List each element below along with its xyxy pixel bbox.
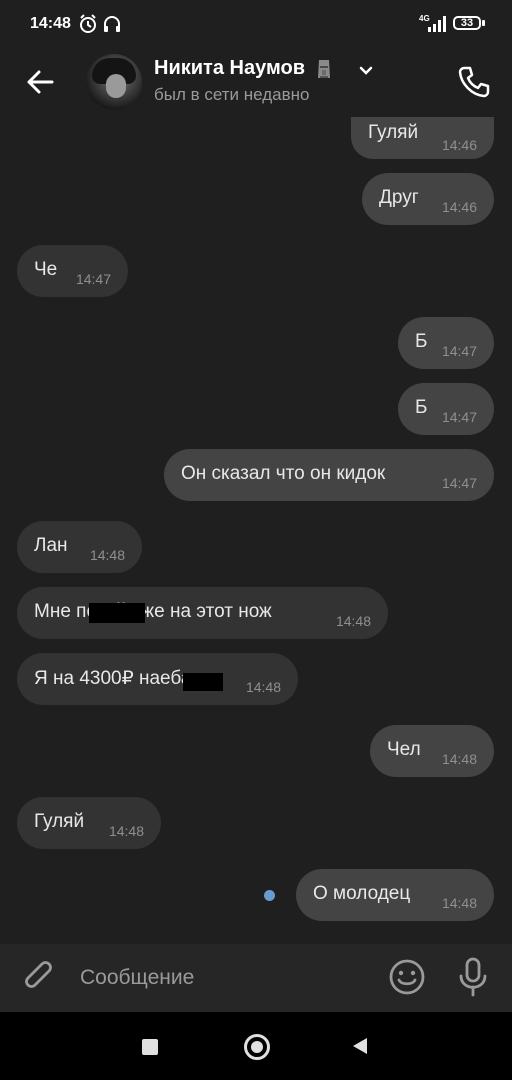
status-bar: 14:48 4G 33 bbox=[0, 0, 512, 46]
message-input[interactable] bbox=[80, 958, 370, 998]
battery-level: 33 bbox=[460, 17, 474, 29]
message-text: Друг bbox=[379, 187, 419, 208]
alarm-icon bbox=[80, 14, 96, 33]
message-bubble[interactable]: Б 14:47 bbox=[398, 317, 494, 369]
avatar[interactable] bbox=[86, 54, 142, 110]
message-bubble[interactable]: О молодец 14:48 bbox=[296, 869, 494, 921]
contact-name-text: Никита Наумов bbox=[154, 57, 305, 79]
message-text: Б bbox=[415, 397, 428, 418]
message-text: Че bbox=[34, 259, 58, 280]
message-time: 14:48 bbox=[335, 613, 371, 629]
paperclip-icon[interactable] bbox=[20, 958, 60, 998]
censor-bar bbox=[183, 673, 223, 691]
chevron-down-icon[interactable] bbox=[358, 64, 374, 78]
message-text: Б bbox=[415, 331, 428, 352]
message-time: 14:48 bbox=[441, 895, 477, 911]
message-time: 14:46 bbox=[441, 137, 477, 153]
message-bubble[interactable]: Че 14:47 bbox=[17, 245, 128, 297]
message-bubble[interactable]: Гуляй 14:46 bbox=[351, 117, 494, 159]
message-text: Я на 4300₽ наебал bbox=[34, 668, 203, 689]
message-bubble[interactable]: Б 14:47 bbox=[398, 383, 494, 435]
emoji-icon[interactable] bbox=[388, 958, 426, 996]
contact-name[interactable]: Никита Наумов bbox=[154, 57, 333, 80]
signal-icon bbox=[428, 16, 446, 32]
message-bubble[interactable]: Гуляй 14:48 bbox=[17, 797, 161, 849]
message-text: О молодец bbox=[313, 883, 411, 904]
message-text: Гуляй bbox=[368, 122, 419, 143]
message-text: Чел bbox=[387, 739, 421, 760]
message-bubble[interactable]: Мне похуй уже на этот нож 14:48 bbox=[17, 587, 388, 639]
message-bubble[interactable]: Друг 14:46 bbox=[362, 173, 494, 225]
headphones-icon bbox=[104, 16, 120, 32]
message-time: 14:48 bbox=[245, 679, 281, 695]
phone-icon[interactable] bbox=[454, 62, 494, 102]
message-text: Гуляй bbox=[34, 811, 85, 832]
message-bubble[interactable]: Я на 4300₽ наебал 14:48 bbox=[17, 653, 298, 705]
message-bubble[interactable]: Лан 14:48 bbox=[17, 521, 142, 573]
message-bubble[interactable]: Чел 14:48 bbox=[370, 725, 494, 777]
message-time: 14:48 bbox=[89, 547, 125, 563]
message-time: 14:47 bbox=[75, 271, 111, 287]
home-button[interactable] bbox=[244, 1034, 270, 1060]
message-time: 14:47 bbox=[441, 409, 477, 425]
message-text: Лан bbox=[34, 535, 68, 556]
recent-apps-button[interactable] bbox=[142, 1039, 158, 1055]
status-time: 14:48 bbox=[30, 15, 71, 32]
message-time: 14:46 bbox=[441, 199, 477, 215]
message-time: 14:48 bbox=[108, 823, 144, 839]
unread-indicator bbox=[264, 890, 275, 901]
censor-bar bbox=[89, 603, 145, 623]
contact-status: был в сети недавно bbox=[154, 85, 310, 104]
nav-back-button[interactable] bbox=[350, 1036, 370, 1056]
message-time: 14:47 bbox=[441, 343, 477, 359]
message-time: 14:47 bbox=[441, 475, 477, 491]
message-text: Он сказал что он кидок bbox=[181, 463, 386, 484]
battery-icon: 33 bbox=[453, 16, 481, 30]
back-arrow-icon[interactable] bbox=[22, 64, 58, 100]
message-time: 14:48 bbox=[441, 751, 477, 767]
moai-emoji-icon bbox=[317, 59, 330, 78]
microphone-icon[interactable] bbox=[454, 956, 492, 998]
message-text: Мне похуй уже на этот нож bbox=[34, 601, 272, 622]
message-bubble[interactable]: Он сказал что он кидок 14:47 bbox=[164, 449, 494, 501]
chat-header: Никита Наумов был в сети недавно bbox=[0, 46, 512, 118]
message-composer bbox=[0, 944, 512, 1012]
avatar-face bbox=[106, 74, 126, 98]
battery-tip bbox=[482, 20, 485, 26]
